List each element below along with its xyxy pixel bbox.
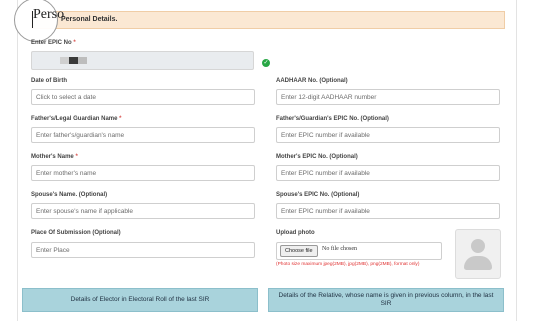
photo-size-hint: (Photo size maximum jpeg(2MB), jpg(2MB),…	[276, 262, 420, 267]
section-header: Personal Details.	[31, 11, 505, 29]
mask-block	[78, 57, 87, 64]
epic-label: Enter EPIC No *	[31, 40, 76, 46]
file-status: No file chosen	[322, 246, 357, 252]
guardian-name-input[interactable]: Enter father's/guardian's name	[31, 127, 255, 143]
user-avatar-icon	[455, 229, 501, 279]
guardian-epic-label: Father's/Guardian's EPIC No. (Optional)	[276, 116, 389, 122]
mother-epic-input[interactable]: Enter EPIC number if available	[276, 165, 500, 181]
spouse-epic-input[interactable]: Enter EPIC number if available	[276, 203, 500, 219]
photo-file-input[interactable]: Choose file No file chosen	[276, 242, 442, 260]
dob-label: Date of Birth	[31, 78, 67, 84]
mother-name-label: Mother's Name *	[31, 154, 78, 160]
upload-photo-label: Upload photo	[276, 230, 315, 236]
epic-label-text: Enter EPIC No	[31, 40, 72, 46]
spouse-epic-label: Spouse's EPIC No. (Optional)	[276, 192, 360, 198]
required-mark: *	[73, 40, 76, 46]
place-label: Place Of Submission (Optional)	[31, 230, 121, 236]
guardian-name-label: Father's/Legal Guardian Name *	[31, 116, 121, 122]
elector-details-button[interactable]: Details of Elector in Electoral Roll of …	[22, 288, 258, 312]
guardian-epic-input[interactable]: Enter EPIC number if available	[276, 127, 500, 143]
avatar-head	[471, 239, 485, 253]
magnifier-overlay: Perso	[14, 0, 64, 42]
required-mark: *	[75, 154, 78, 160]
required-mark: *	[119, 116, 122, 122]
choose-file-button[interactable]: Choose file	[280, 245, 318, 257]
mother-epic-label: Mother's EPIC No. (Optional)	[276, 154, 358, 160]
dob-input[interactable]: Click to select a date	[31, 89, 255, 105]
mother-name-label-text: Mother's Name	[31, 154, 74, 160]
epic-field[interactable]	[31, 51, 254, 70]
mother-name-input[interactable]: Enter mother's name	[31, 165, 255, 181]
section-title: Personal Details.	[61, 16, 118, 23]
form-panel	[17, 0, 517, 321]
mask-block	[69, 57, 78, 64]
relative-details-button[interactable]: Details of the Relative, whose name is g…	[268, 288, 504, 312]
mask-block	[60, 57, 69, 64]
guardian-name-label-text: Father's/Legal Guardian Name	[31, 116, 118, 122]
spouse-name-input[interactable]: Enter spouse's name if applicable	[31, 203, 255, 219]
avatar-body	[464, 256, 492, 270]
place-input[interactable]: Enter Place	[31, 242, 255, 258]
check-circle-icon: ✓	[262, 59, 270, 67]
aadhaar-label: AADHAAR No. (Optional)	[276, 78, 348, 84]
magnifier-text: Perso	[33, 7, 65, 22]
aadhaar-input[interactable]: Enter 12-digit AADHAAR number	[276, 89, 500, 105]
spouse-name-label: Spouse's Name. (Optional)	[31, 192, 108, 198]
